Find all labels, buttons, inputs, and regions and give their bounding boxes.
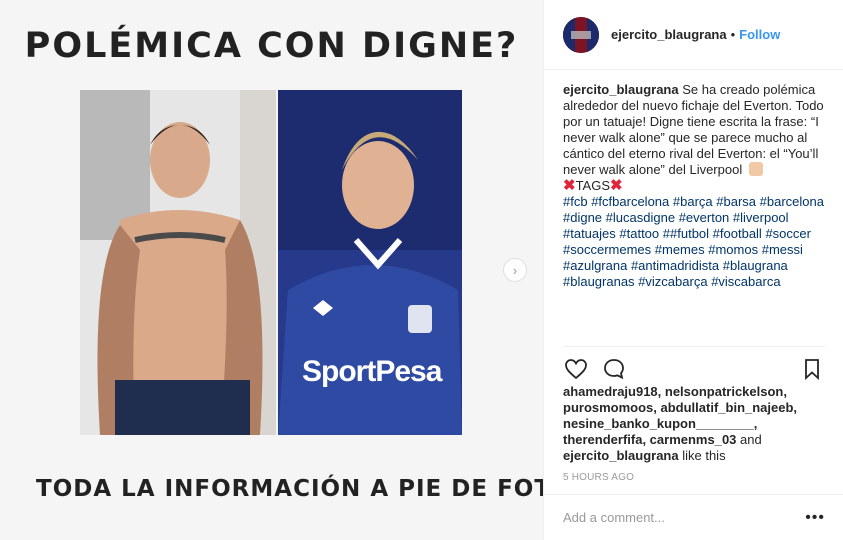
likes-summary: ahamedraju918, nelsonpatrickelson, puros… <box>563 384 828 464</box>
hashtag-link[interactable]: #everton <box>679 210 730 225</box>
caption-username[interactable]: ejercito_blaugrana <box>563 82 679 97</box>
hashtag-link[interactable]: #blaugranas <box>563 274 635 289</box>
post-media: POLÉMICA CON DIGNE? SportPesa › TODA LA … <box>0 0 571 540</box>
avatar[interactable] <box>563 16 599 53</box>
divider <box>563 346 825 347</box>
hashtag-list: #fcb #fcfbarcelona #barça #barsa #barcel… <box>563 194 828 290</box>
hashtag-link[interactable]: #soccermemes <box>563 242 651 257</box>
hashtag-link[interactable]: #fcb <box>563 194 588 209</box>
likes-suffix: like this <box>678 448 726 463</box>
heart-icon <box>565 359 587 380</box>
hashtag-link[interactable]: #memes <box>655 242 705 257</box>
likes-and: and <box>736 432 762 447</box>
post-header: ejercito_blaugrana • Follow <box>544 0 843 70</box>
photo-tattooed-player <box>80 90 276 435</box>
comment-bar: ••• <box>544 494 843 540</box>
hashtag-link[interactable]: #tatuajes <box>563 226 616 241</box>
hashtag-link[interactable]: #football <box>713 226 762 241</box>
hashtag-link[interactable]: #azulgrana <box>563 258 627 273</box>
image-footer: TODA LA INFORMACIÓN A PIE DE FOTO <box>36 466 571 512</box>
raised-hand-icon <box>748 162 763 176</box>
like-button[interactable] <box>563 356 589 382</box>
hashtag-link[interactable]: ##futbol <box>663 226 709 241</box>
post-caption: ejercito_blaugrana Se ha creado polémica… <box>563 82 828 290</box>
hashtag-link[interactable]: #viscabarca <box>711 274 780 289</box>
header-username[interactable]: ejercito_blaugrana <box>611 27 727 42</box>
hashtag-link[interactable]: #fcfbarcelona <box>591 194 669 209</box>
hashtag-link[interactable]: #barsa <box>716 194 756 209</box>
shirt-sponsor: SportPesa <box>302 355 442 388</box>
hashtag-link[interactable]: #momos <box>708 242 758 257</box>
hashtag-link[interactable]: #digne <box>563 210 602 225</box>
separator-dot: • <box>730 27 736 42</box>
follow-button[interactable]: Follow <box>739 27 780 42</box>
hashtag-link[interactable]: #messi <box>762 242 803 257</box>
post-sidebar: ejercito_blaugrana • Follow ejercito_bla… <box>543 0 843 540</box>
cross-mark-icon: ✖ <box>563 177 576 194</box>
image-title: POLÉMICA CON DIGNE? <box>24 26 519 66</box>
chevron-right-icon[interactable]: › <box>503 258 527 282</box>
comment-icon <box>604 359 624 380</box>
likers-line-1[interactable]: ahamedraju918, nelsonpatrickelson, <box>563 384 787 399</box>
tags-label: TAGS <box>575 178 611 193</box>
save-button[interactable] <box>799 356 825 382</box>
action-bar <box>563 356 825 382</box>
comment-input[interactable] <box>563 510 806 525</box>
hashtag-link[interactable]: #lucasdigne <box>606 210 675 225</box>
likers-line-5[interactable]: ejercito_blaugrana <box>563 448 679 463</box>
post-timestamp[interactable]: 5 HOURS AGO <box>563 472 634 483</box>
likers-line-4[interactable]: therenderfifa, carmenms_03 <box>563 432 736 447</box>
hashtag-link[interactable]: #vizcabarça <box>638 274 707 289</box>
cross-mark-icon: ✖ <box>610 177 623 194</box>
hashtag-link[interactable]: #blaugrana <box>723 258 788 273</box>
hashtag-link[interactable]: #antimadridista <box>631 258 719 273</box>
likers-line-3[interactable]: nesine_banko_kupon________, <box>563 416 757 431</box>
bookmark-icon <box>805 359 819 381</box>
hashtag-link[interactable]: #tattoo <box>619 226 659 241</box>
comment-button[interactable] <box>601 356 627 382</box>
image-footer-text: TODA LA INFORMACIÓN A PIE DE FOTO <box>36 476 572 502</box>
more-options-button[interactable]: ••• <box>805 509 825 527</box>
tags-line: ✖ TAGS ✖ <box>563 178 828 194</box>
hashtag-link[interactable]: #soccer <box>765 226 811 241</box>
likers-line-2[interactable]: purosmomoos, abdullatif_bin_najeeb, <box>563 400 797 415</box>
hashtag-link[interactable]: #barça <box>673 194 713 209</box>
hashtag-link[interactable]: #liverpool <box>733 210 789 225</box>
hashtag-link[interactable]: #barcelona <box>760 194 824 209</box>
